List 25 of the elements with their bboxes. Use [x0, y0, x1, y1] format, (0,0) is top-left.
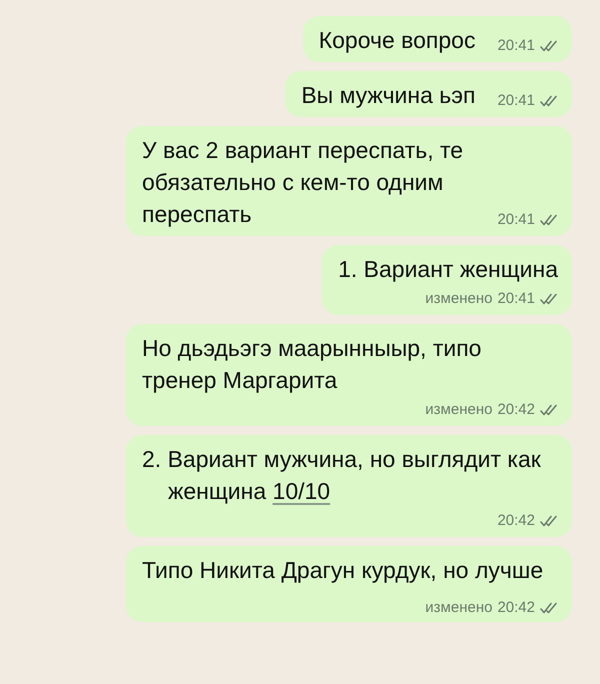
message-time: 20:41	[497, 289, 535, 309]
message-text: 1. Вариант женщина	[338, 255, 558, 284]
message-time: 20:41	[497, 210, 535, 230]
message-text: У вас 2 вариант переспать, те обязательно с кем-то одним переспать	[142, 137, 464, 227]
edited-label: изменено	[425, 400, 492, 420]
message-time: 20:41	[497, 91, 535, 111]
double-check-icon	[540, 214, 558, 226]
message-time: 20:42	[497, 598, 535, 618]
double-check-icon	[540, 40, 558, 52]
double-check-icon	[540, 404, 558, 416]
message-text: Но дьэдьэгэ маарынныыр, типо тренер Маргарита	[142, 335, 482, 393]
message-text: Короче вопрос	[318, 27, 476, 53]
double-check-icon	[540, 95, 558, 107]
message-time: 20:42	[497, 400, 535, 420]
message-text: 2. Вариант мужчина, но выглядит как женщина 10/10	[142, 445, 542, 506]
double-check-icon	[540, 602, 558, 614]
message-link[interactable]: 10/10	[272, 478, 330, 504]
double-check-icon	[540, 293, 558, 305]
double-check-icon	[540, 515, 558, 527]
message-time: 20:42	[497, 511, 535, 531]
message-time: 20:41	[497, 36, 535, 56]
message-text: Типо Никита Драгун курдук, но лучше	[142, 557, 544, 583]
message-text: Вы мужчина ьэп	[301, 82, 476, 108]
edited-label: изменено	[425, 598, 492, 618]
edited-label: изменено	[425, 289, 492, 309]
